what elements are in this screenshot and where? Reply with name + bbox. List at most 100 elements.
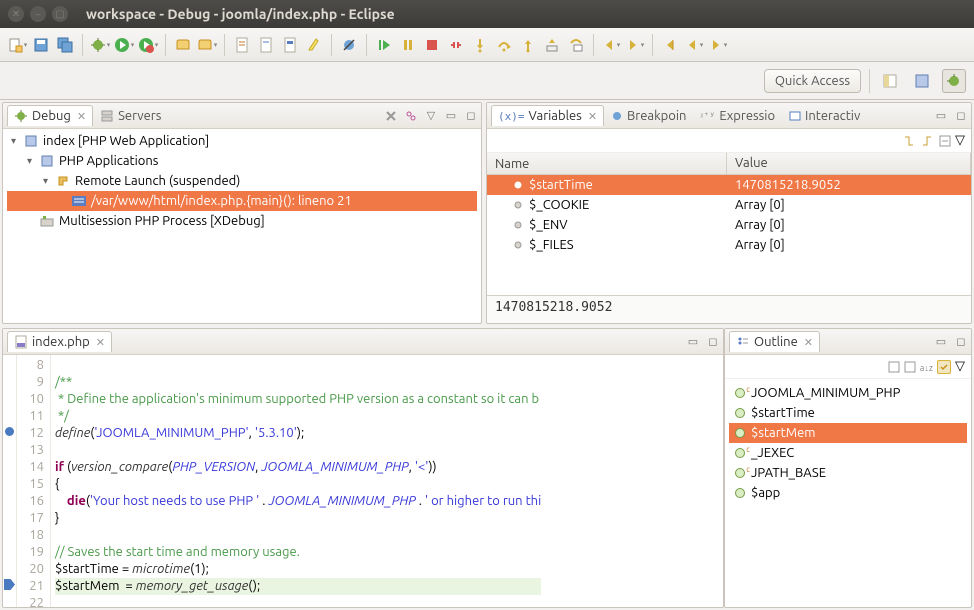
debug-perspective-button[interactable] <box>942 69 966 93</box>
tab-variables[interactable]: (x)= Variables ✕ <box>491 105 604 126</box>
minimize-view-button[interactable]: ▭ <box>442 107 460 125</box>
minimize-view-button[interactable]: ▭ <box>684 333 702 351</box>
suspend-button[interactable] <box>397 34 419 56</box>
show-logical-button[interactable] <box>921 135 935 147</box>
code-line[interactable] <box>55 442 541 459</box>
disconnect-button[interactable] <box>445 34 467 56</box>
drop-to-frame-button[interactable] <box>541 34 563 56</box>
step-into-button[interactable] <box>469 34 491 56</box>
minimize-view-button[interactable]: ▭ <box>932 333 950 351</box>
variable-row[interactable]: $_ENVArray [0] <box>487 215 971 235</box>
open-resource-button[interactable]: ▾ <box>196 34 218 56</box>
line-number[interactable]: 22 <box>19 595 44 607</box>
view-menu-button[interactable]: ▽ <box>422 107 440 125</box>
close-icon[interactable]: ✕ <box>588 110 597 123</box>
code-line[interactable]: $startMem = memory_get_usage(); <box>55 578 541 595</box>
line-number[interactable]: 10 <box>19 391 44 408</box>
code-line[interactable] <box>55 527 541 544</box>
maximize-view-button[interactable]: ◻ <box>704 333 722 351</box>
code-line[interactable]: define('JOOMLA_MINIMUM_PHP', '5.3.10'); <box>55 425 541 442</box>
outline-item[interactable]: JPATH_BASE <box>729 463 967 483</box>
doc-toolbar-button-2[interactable] <box>255 34 277 56</box>
line-number[interactable]: 17 <box>19 510 44 527</box>
nav-next-button[interactable]: ▾ <box>624 34 646 56</box>
tab-breakpoints[interactable]: Breakpoin <box>604 105 693 126</box>
step-over-button[interactable] <box>493 34 515 56</box>
forward-button[interactable]: ▾ <box>707 34 729 56</box>
code-line[interactable]: die('Your host needs to use PHP ' . JOOM… <box>55 493 541 510</box>
debug-tree-row[interactable]: ▾index [PHP Web Application] <box>7 131 477 151</box>
code-line[interactable]: } <box>55 510 541 527</box>
breakpoint-icon[interactable] <box>5 427 14 436</box>
code-area[interactable]: /** * Define the application's minimum s… <box>51 355 545 607</box>
view-menu-button[interactable]: ▽ <box>955 133 965 148</box>
column-value[interactable]: Value <box>727 153 971 174</box>
code-line[interactable]: */ <box>55 408 541 425</box>
step-return-button[interactable] <box>517 34 539 56</box>
debug-tree-row[interactable]: /var/www/html/index.php.{main}(): lineno… <box>7 191 477 211</box>
minimize-view-button[interactable]: ▭ <box>932 107 950 125</box>
line-number[interactable]: 19 <box>19 544 44 561</box>
tab-expressions[interactable]: ᵡ⁺ʸ Expressio <box>693 105 782 126</box>
line-number[interactable]: 8 <box>19 357 44 374</box>
back-button[interactable]: ▾ <box>683 34 705 56</box>
debug-tree[interactable]: ▾index [PHP Web Application]▾PHP Applica… <box>3 129 481 323</box>
tab-outline[interactable]: Outline ✕ <box>729 331 820 352</box>
variables-body[interactable]: $startTime1470815218.9052$_COOKIEArray [… <box>487 175 971 295</box>
highlight-button[interactable] <box>303 34 325 56</box>
collapse-all-button[interactable] <box>939 135 951 147</box>
az-sort-button[interactable]: a↓z <box>920 360 933 374</box>
line-number[interactable]: 20 <box>19 561 44 578</box>
close-icon[interactable]: ✕ <box>96 336 105 349</box>
quick-access-button[interactable]: Quick Access <box>764 69 861 93</box>
variable-row[interactable]: $_COOKIEArray [0] <box>487 195 971 215</box>
maximize-window-icon[interactable]: ▢ <box>52 6 68 22</box>
code-line[interactable]: $startTime = microtime(1); <box>55 561 541 578</box>
code-line[interactable]: /** <box>55 374 541 391</box>
resume-button[interactable] <box>373 34 395 56</box>
php-perspective-button[interactable] <box>910 69 934 93</box>
outline-item[interactable]: $startTime <box>729 403 967 423</box>
line-number[interactable]: 12 <box>19 425 44 442</box>
run-last-button[interactable]: ▾ <box>137 34 159 56</box>
view-menu-button[interactable]: ▽ <box>955 359 965 374</box>
line-number[interactable]: 13 <box>19 442 44 459</box>
close-window-icon[interactable]: ✕ <box>8 6 24 22</box>
line-number[interactable]: 18 <box>19 527 44 544</box>
line-number[interactable]: 9 <box>19 374 44 391</box>
editor-tab[interactable]: index.php ✕ <box>7 331 112 352</box>
outline-item[interactable]: $app <box>729 483 967 503</box>
debug-tree-row[interactable]: Multisession PHP Process [XDebug] <box>7 211 477 231</box>
maximize-view-button[interactable]: ◻ <box>952 333 970 351</box>
filter-button[interactable] <box>904 361 916 373</box>
outline-list[interactable]: JOOMLA_MINIMUM_PHP$startTime$startMem_JE… <box>725 379 971 507</box>
line-number[interactable]: 14 <box>19 459 44 476</box>
maximize-view-button[interactable]: ◻ <box>462 107 480 125</box>
code-line[interactable]: if (version_compare(PHP_VERSION, JOOMLA_… <box>55 459 541 476</box>
new-button[interactable]: ▾ <box>6 34 28 56</box>
use-step-filters-button[interactable] <box>565 34 587 56</box>
skip-breakpoints-button[interactable] <box>338 34 360 56</box>
terminate-button[interactable] <box>421 34 443 56</box>
line-number[interactable]: 16 <box>19 493 44 510</box>
line-number[interactable]: 15 <box>19 476 44 493</box>
code-line[interactable] <box>55 357 541 374</box>
editor-body[interactable]: 8910111213141516171819202122 /** * Defin… <box>3 355 723 607</box>
line-number-gutter[interactable]: 8910111213141516171819202122 <box>17 355 51 607</box>
show-type-button[interactable] <box>903 135 917 147</box>
sort-button[interactable] <box>888 361 900 373</box>
doc-toolbar-button[interactable] <box>231 34 253 56</box>
code-line[interactable]: // Saves the start time and memory usage… <box>55 544 541 561</box>
remove-terminated-button[interactable] <box>382 107 400 125</box>
variable-row[interactable]: $_FILESArray [0] <box>487 235 971 255</box>
marker-column[interactable] <box>3 355 17 607</box>
minimize-window-icon[interactable]: – <box>30 6 46 22</box>
column-name[interactable]: Name <box>487 153 727 174</box>
close-icon[interactable]: ✕ <box>77 110 86 123</box>
tab-interactive[interactable]: Interactiv <box>782 105 867 126</box>
outline-item[interactable]: _JEXEC <box>729 443 967 463</box>
tab-servers[interactable]: Servers <box>93 105 168 126</box>
line-number[interactable]: 21 <box>19 578 44 595</box>
code-line[interactable]: * Define the application's minimum suppo… <box>55 391 541 408</box>
close-icon[interactable]: ✕ <box>804 336 813 349</box>
